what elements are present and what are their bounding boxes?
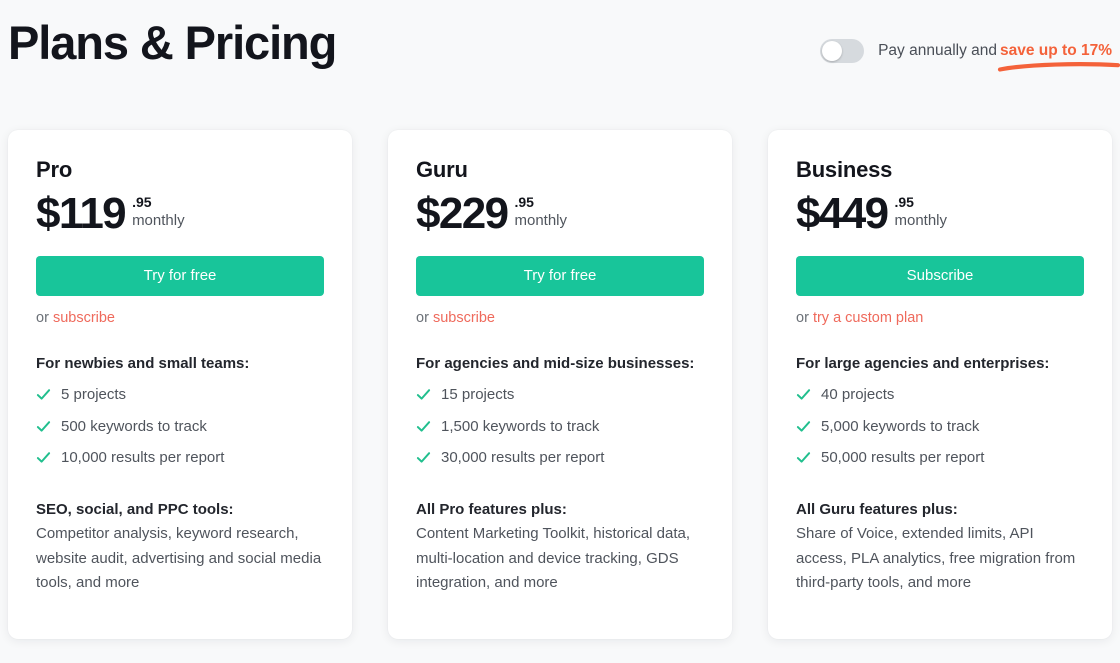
page-title: Plans & Pricing [8, 16, 337, 69]
extras-body: Competitor analysis, keyword research, w… [36, 525, 322, 591]
annual-billing-toggle[interactable] [820, 39, 865, 63]
check-icon [36, 421, 51, 432]
plan-name: Pro [36, 157, 73, 182]
feature-item: 500 keywords to track [36, 417, 324, 437]
pricing-card-pro: Pro $119 .95 monthly Try for free or sub… [8, 130, 352, 640]
extras-title: SEO, social, and PPC tools: [36, 500, 234, 518]
feature-list: 40 projects 5,000 keywords to track 50,0… [796, 385, 1084, 468]
price-detail: .95 monthly [894, 192, 947, 230]
pricing-card-guru: Guru $229 .95 monthly Try for free or su… [388, 130, 732, 640]
check-icon [416, 389, 431, 401]
save-highlight-text: save up to 17% [1000, 42, 1112, 59]
secondary-action-line: or subscribe [416, 310, 704, 326]
toggle-label-text: Pay annually and [878, 42, 997, 59]
secondary-action-line: or subscribe [36, 310, 324, 326]
price-cents: .95 [514, 194, 534, 211]
check-icon [36, 389, 51, 401]
secondary-action-line: or try a custom plan [796, 310, 1084, 326]
check-icon [796, 389, 811, 401]
price-cents: .95 [132, 194, 152, 211]
feature-label: 5,000 keywords to track [821, 417, 980, 435]
pricing-card-list: Pro $119 .95 monthly Try for free or sub… [8, 130, 1112, 640]
toggle-knob [822, 41, 843, 61]
extras-title: All Guru features plus: [796, 500, 958, 518]
price-block: $229 .95 monthly [416, 192, 704, 236]
price-block: $449 .95 monthly [796, 192, 1084, 236]
feature-label: 15 projects [441, 386, 515, 404]
feature-item: 40 projects [796, 385, 1084, 405]
page-header: Plans & Pricing Pay annually and save up … [0, 0, 1120, 120]
price-amount: $229 [416, 189, 509, 239]
price-period: monthly [514, 211, 568, 229]
feature-label: 1,500 keywords to track [441, 417, 600, 435]
plan-name: Business [796, 157, 893, 182]
price-period: monthly [894, 211, 948, 229]
feature-item: 5 projects [36, 385, 324, 405]
audience-text: For newbies and small teams: [36, 355, 250, 373]
secondary-action-link[interactable]: try a custom plan [813, 310, 923, 326]
extras-block: All Pro features plus: Content Marketing… [416, 498, 704, 595]
toggle-label-wrap: Pay annually and save up to 17% [878, 42, 1120, 72]
extras-title: All Pro features plus: [416, 500, 567, 518]
check-icon [416, 452, 431, 464]
feature-label: 30,000 results per report [441, 449, 605, 467]
secondary-action-prefix: or [36, 310, 49, 327]
extras-body: Share of Voice, extended limits, API acc… [796, 525, 1076, 591]
pricing-page: Plans & Pricing Pay annually and save up … [0, 0, 1120, 663]
feature-list: 5 projects 500 keywords to track 10,000 … [36, 385, 324, 468]
feature-item: 50,000 results per report [796, 448, 1084, 468]
audience-text: For agencies and mid-size businesses: [416, 355, 695, 373]
feature-list: 15 projects 1,500 keywords to track 30,0… [416, 385, 704, 468]
cta-button[interactable]: Try for free [36, 256, 324, 297]
secondary-action-prefix: or [416, 310, 429, 327]
save-highlight-wrap: save up to 17% [997, 42, 1120, 72]
feature-label: 500 keywords to track [61, 417, 207, 435]
check-icon [796, 452, 811, 464]
price-detail: .95 monthly [514, 192, 567, 230]
underline-stroke-icon [997, 62, 1120, 72]
cta-button[interactable]: Subscribe [796, 256, 1084, 297]
feature-item: 15 projects [416, 385, 704, 405]
extras-block: SEO, social, and PPC tools: Competitor a… [36, 498, 324, 595]
feature-label: 5 projects [61, 386, 127, 404]
check-icon [796, 421, 811, 432]
price-detail: .95 monthly [132, 192, 185, 230]
feature-item: 30,000 results per report [416, 448, 704, 468]
audience-text: For large agencies and enterprises: [796, 355, 1050, 373]
pricing-card-business: Business $449 .95 monthly Subscribe or t… [768, 130, 1112, 640]
plan-name: Guru [416, 157, 468, 182]
feature-item: 10,000 results per report [36, 448, 324, 468]
price-amount: $119 [36, 189, 127, 239]
feature-item: 1,500 keywords to track [416, 417, 704, 437]
extras-body: Content Marketing Toolkit, historical da… [416, 525, 691, 591]
price-amount: $449 [796, 189, 889, 239]
secondary-action-link[interactable]: subscribe [433, 310, 495, 326]
price-block: $119 .95 monthly [36, 192, 324, 236]
check-icon [36, 452, 51, 464]
price-cents: .95 [894, 194, 914, 211]
feature-label: 40 projects [821, 386, 895, 404]
check-icon [416, 421, 431, 432]
feature-label: 50,000 results per report [821, 449, 985, 467]
extras-block: All Guru features plus: Share of Voice, … [796, 498, 1084, 595]
secondary-action-prefix: or [796, 310, 809, 327]
price-period: monthly [132, 211, 185, 229]
cta-button[interactable]: Try for free [416, 256, 704, 297]
feature-label: 10,000 results per report [61, 449, 225, 467]
feature-item: 5,000 keywords to track [796, 417, 1084, 437]
billing-period-toggle-group: Pay annually and save up to 17% [820, 37, 1120, 72]
secondary-action-link[interactable]: subscribe [53, 310, 115, 326]
